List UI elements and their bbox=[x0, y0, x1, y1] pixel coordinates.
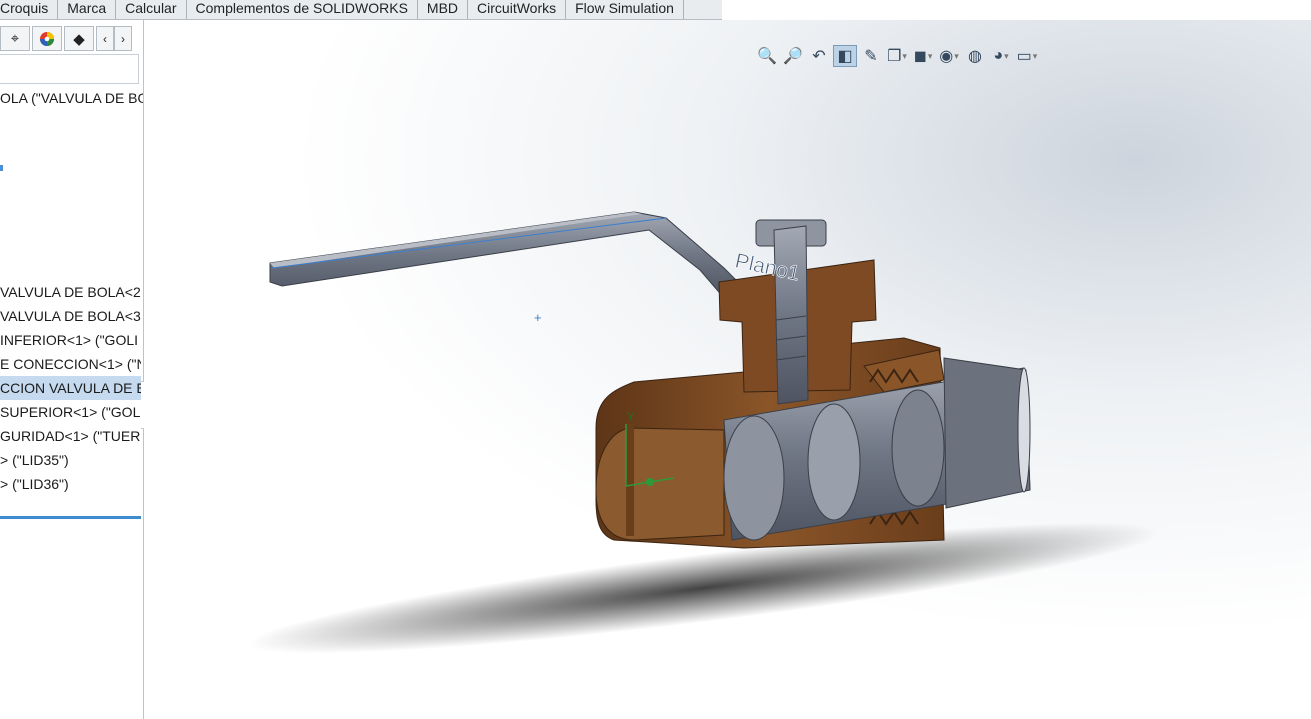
view-settings-icon[interactable]: ▭ bbox=[1015, 45, 1039, 67]
tab-flow-simulation[interactable]: Flow Simulation bbox=[566, 0, 684, 19]
tab-calcular[interactable]: Calcular bbox=[116, 0, 187, 19]
dynamic-annotation-icon[interactable]: ✎ bbox=[859, 45, 883, 67]
left-arrow-icon[interactable]: ‹ bbox=[96, 26, 114, 51]
tree-item[interactable]: INFERIOR<1> ("GOLI bbox=[0, 328, 141, 352]
rollback-bar[interactable] bbox=[0, 516, 141, 519]
tree-item[interactable]: VALVULA DE BOLA<3 bbox=[0, 304, 141, 328]
tree-filter-input[interactable] bbox=[0, 54, 139, 84]
display-icon[interactable]: ◆ bbox=[64, 26, 94, 51]
tree-item[interactable]: SUPERIOR<1> ("GOL bbox=[0, 400, 141, 424]
valve-handle[interactable] bbox=[269, 211, 745, 299]
origin-marker: + bbox=[534, 310, 542, 325]
view-orientation-icon[interactable]: ❐ bbox=[885, 45, 909, 67]
pane-toolbar: ⌖ ◆ ‹ › bbox=[0, 25, 143, 52]
tree-root-item[interactable]: OLA ("VALVULA DE BO bbox=[0, 90, 143, 106]
tab-complementos[interactable]: Complementos de SOLIDWORKS bbox=[187, 0, 418, 19]
tree-item[interactable]: GURIDAD<1> ("TUER( bbox=[0, 424, 141, 448]
appearance-icon[interactable] bbox=[32, 26, 62, 51]
feature-manager-pane: ⌖ ◆ ‹ › OLA ("VALVULA DE BO VALVULA DE B… bbox=[0, 20, 144, 719]
tab-croquis[interactable]: Croquis bbox=[0, 0, 59, 19]
tree-expand-marker bbox=[0, 165, 3, 171]
command-manager-tabs: Croquis Marca Calcular Complementos de S… bbox=[0, 0, 722, 20]
apply-scene-icon[interactable]: ◕ bbox=[989, 45, 1013, 67]
model-scene: Plano1 Y bbox=[247, 211, 1161, 654]
tree-item[interactable]: CCION VALVULA DE E bbox=[0, 376, 141, 400]
tree-item[interactable]: > ("LID36") bbox=[0, 472, 141, 496]
edit-appearance-icon[interactable]: ◍ bbox=[963, 45, 987, 67]
display-style-icon[interactable]: ◼ bbox=[911, 45, 935, 67]
feature-tree: VALVULA DE BOLA<2> (VALVULA DE BOLA<3INF… bbox=[0, 280, 141, 496]
tree-item[interactable]: VALVULA DE BOLA<2> ( bbox=[0, 280, 141, 304]
tab-marca[interactable]: Marca bbox=[58, 0, 117, 19]
crosshair-icon[interactable]: ⌖ bbox=[0, 26, 30, 51]
zoom-to-fit-icon[interactable]: 🔍 bbox=[755, 45, 779, 67]
zoom-to-area-icon[interactable]: 🔎 bbox=[781, 45, 805, 67]
heads-up-view-toolbar: 🔍🔎↶◧✎❐◼◉◍◕▭ bbox=[755, 44, 1041, 68]
section-view-icon[interactable]: ◧ bbox=[833, 45, 857, 67]
tab-circuitworks[interactable]: CircuitWorks bbox=[468, 0, 567, 19]
tree-item[interactable]: > ("LID35") bbox=[0, 448, 141, 472]
right-arrow-icon[interactable]: › bbox=[114, 26, 132, 51]
tab-mbd[interactable]: MBD bbox=[418, 0, 469, 19]
tree-item[interactable]: E CONECCION<1> ("N bbox=[0, 352, 141, 376]
previous-view-icon[interactable]: ↶ bbox=[807, 45, 831, 67]
axis-y-label: Y bbox=[627, 411, 635, 423]
hide-show-items-icon[interactable]: ◉ bbox=[937, 45, 961, 67]
graphics-viewport[interactable]: Plano1 Y + 🔍🔎↶◧✎❐◼◉◍◕▭ bbox=[144, 20, 1311, 719]
